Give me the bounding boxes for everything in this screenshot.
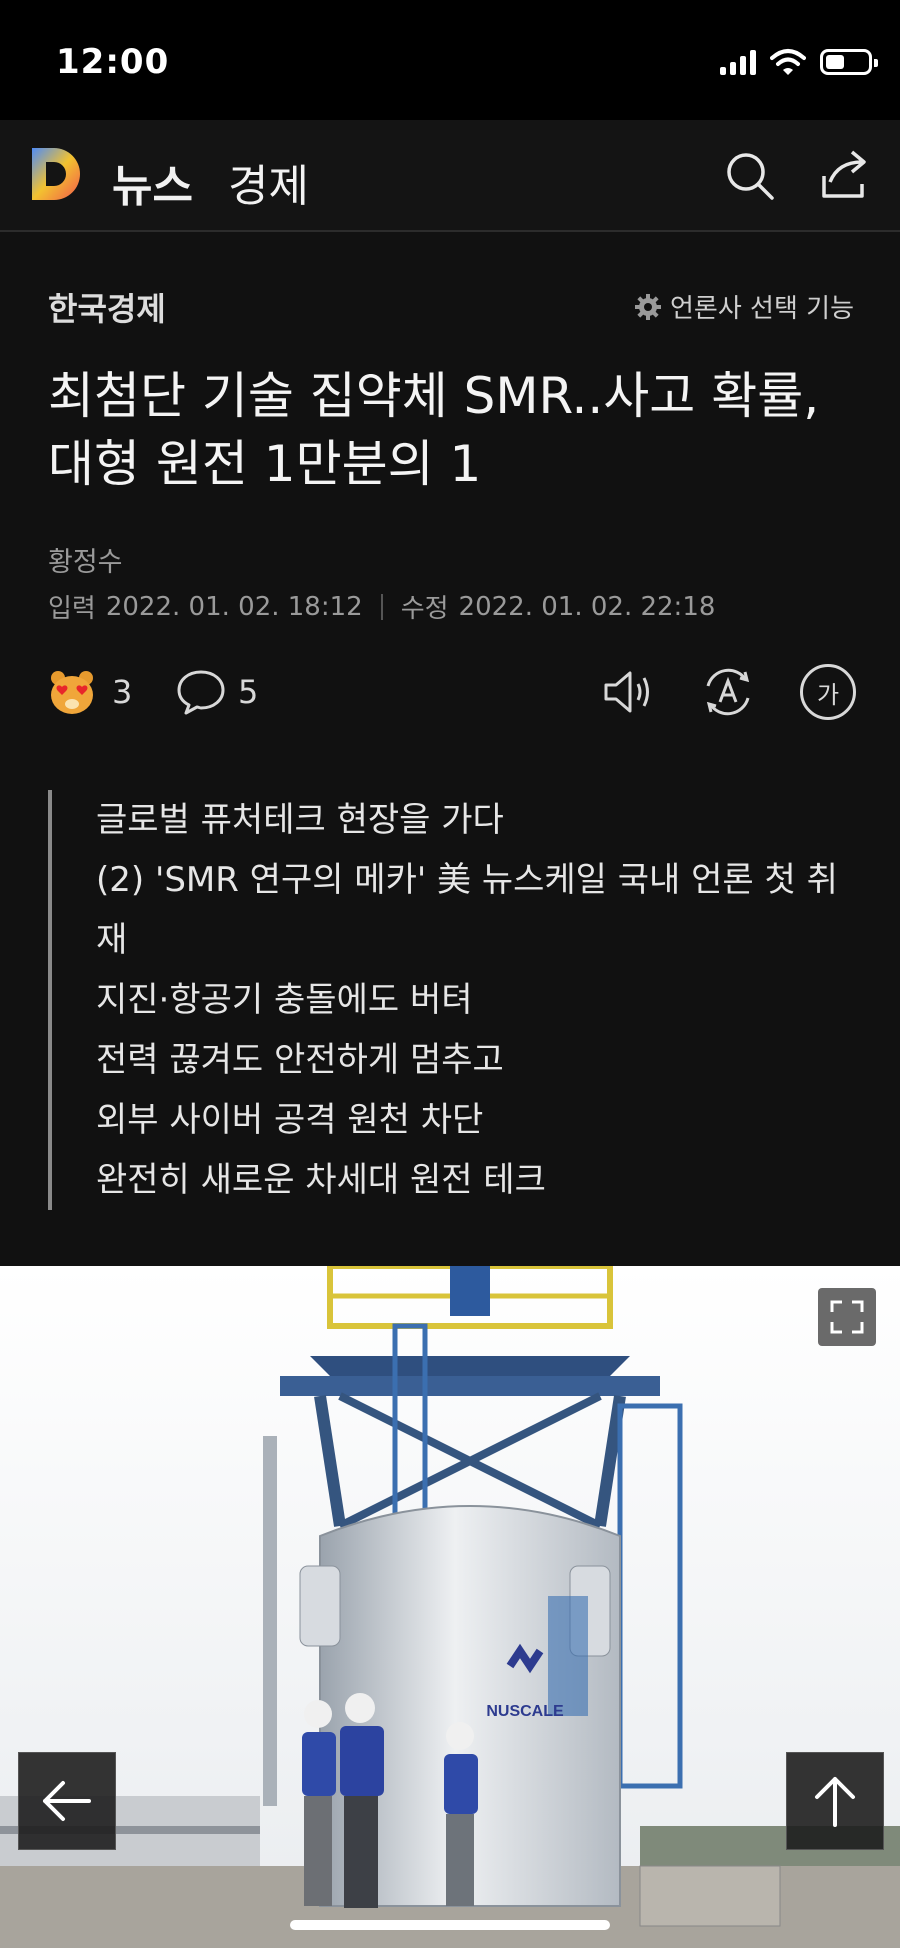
arrow-left-icon [43,1781,91,1821]
summary-line: 완전히 새로운 차세대 원전 테크 [96,1160,546,1200]
speaker-icon[interactable] [600,664,656,720]
summary-line: 글로벌 퓨처테크 현장을 가다 [96,800,504,840]
back-button[interactable] [18,1752,116,1850]
wifi-icon [770,49,806,75]
cellular-signal-icon [720,49,756,75]
summary-line: (2) 'SMR 연구의 메카' 美 뉴스케일 국내 언론 첫 취재 [96,860,838,960]
fullscreen-button[interactable] [818,1288,876,1346]
reaction-button[interactable]: 3 [48,668,132,716]
publisher-name[interactable]: 한국경제 [48,284,166,330]
comment-button[interactable]: 5 [176,668,258,716]
article-headline: 최첨단 기술 집약체 SMR..사고 확률, 대형 원전 1만분의 1 [48,367,820,493]
reactor-photo: NUSCALE [0,1266,900,1948]
font-size-button[interactable]: 가 [800,664,856,720]
status-time: 12:00 [56,42,170,82]
summary-line: 전력 끊겨도 안전하게 멈추고 [96,1040,504,1080]
article-summary: 글로벌 퓨처테크 현장을 가다 (2) 'SMR 연구의 메카' 美 뉴스케일 … [48,790,868,1210]
expand-icon [830,1300,864,1334]
share-icon[interactable] [814,146,870,202]
article-author[interactable]: 황정수 [48,540,123,579]
status-icons [720,48,878,76]
translate-icon[interactable] [700,664,756,720]
heart-eyes-emoji-icon [51,671,93,714]
daum-logo-icon[interactable] [28,144,86,204]
article-dates: 입력 2022. 01. 02. 18:12 수정 2022. 01. 02. … [48,588,715,625]
comment-count: 5 [238,673,259,711]
battery-icon [820,49,878,75]
date-divider [380,593,383,620]
input-date-label: 입력 [48,594,96,624]
font-size-label: 가 [816,680,840,709]
modified-date-label: 수정 [400,594,449,624]
reaction-count: 3 [112,673,133,711]
article-photo[interactable]: NUSCALE [0,1266,900,1948]
nuscale-sign: NUSCALE [486,1703,564,1720]
status-bar: 12:00 [0,0,900,120]
modified-date: 2022. 01. 02. 22:18 [458,591,716,622]
header-title[interactable]: 뉴스 [112,150,193,214]
gear-icon [635,293,662,320]
summary-line: 외부 사이버 공격 원천 차단 [96,1100,484,1140]
arrow-up-icon [815,1777,855,1827]
input-date: 2022. 01. 02. 18:12 [105,591,363,622]
scroll-top-button[interactable] [786,1752,884,1850]
comment-icon [177,670,225,715]
home-indicator[interactable] [290,1920,610,1930]
press-select-button[interactable]: 언론사 선택 기능 [634,288,854,325]
summary-line: 지진·항공기 충돌에도 버텨 [96,980,473,1020]
press-select-label: 언론사 선택 기능 [670,294,854,324]
search-icon[interactable] [722,148,778,204]
app-header: 뉴스 경제 [0,120,900,232]
header-section[interactable]: 경제 [228,150,309,214]
